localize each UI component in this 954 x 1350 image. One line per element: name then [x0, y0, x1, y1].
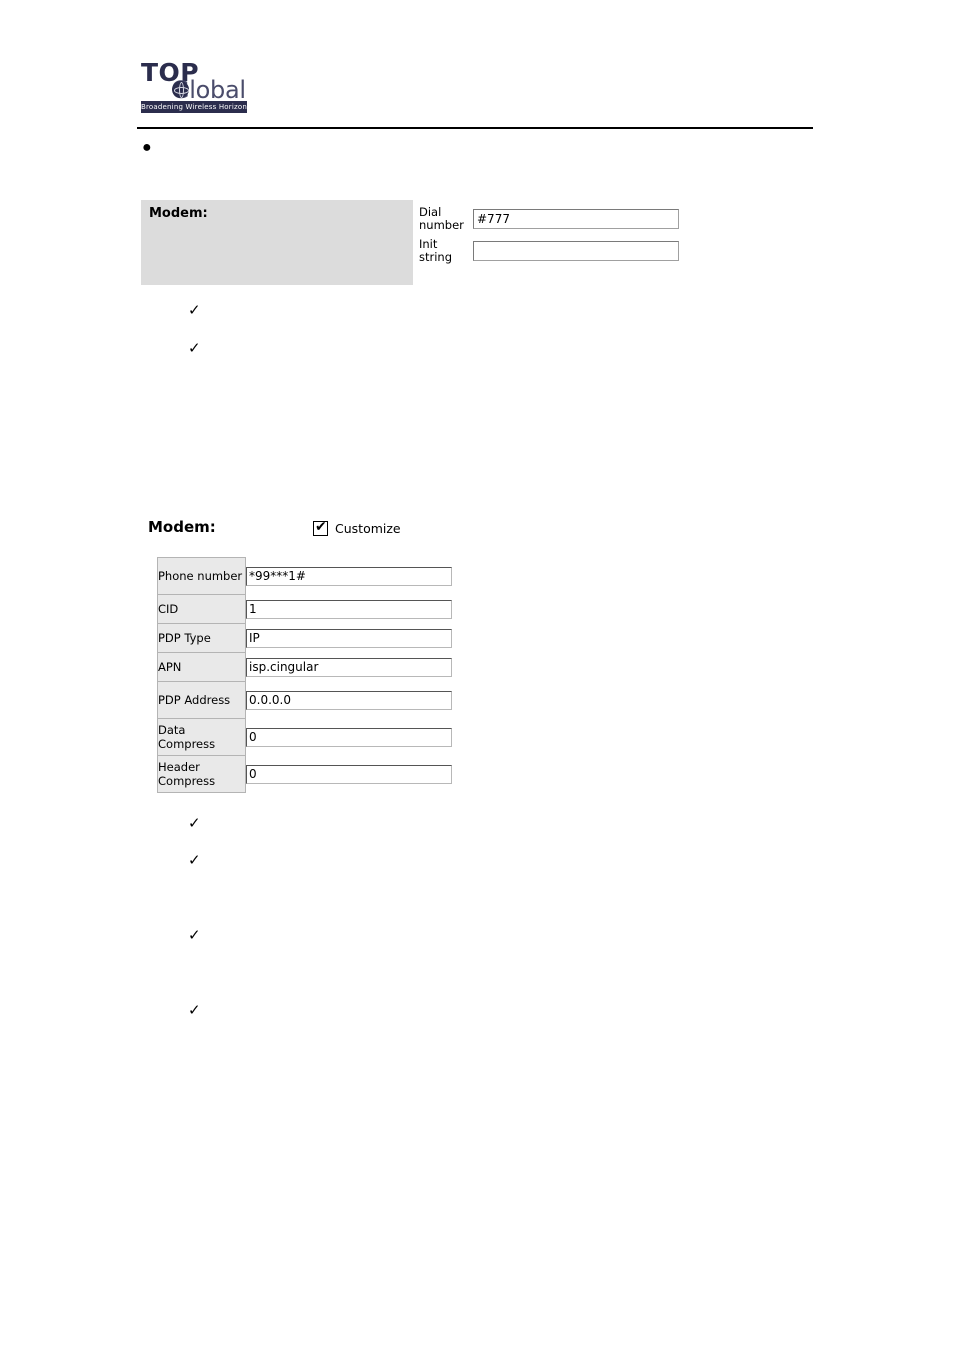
- document-page: TOP Global Broadening Wireless Horizons …: [0, 0, 954, 1350]
- setting-input[interactable]: 0: [246, 727, 452, 747]
- setting-value-cell: *99***1#: [246, 558, 453, 595]
- customize-checkbox-group[interactable]: ✔ Customize: [313, 519, 401, 536]
- checkmark-bullet: ✓: [188, 851, 201, 869]
- top-global-logo: TOP Global Broadening Wireless Horizons: [141, 60, 256, 118]
- modem-panel-basic: Modem:: [141, 200, 413, 285]
- modem-settings-table: Phone number *99***1# CID 1 PDP Type IP APN isp…: [157, 557, 453, 793]
- checkmark-bullet: ✓: [188, 339, 201, 357]
- setting-label: PDP Address: [157, 681, 246, 719]
- init-string-input[interactable]: [473, 241, 679, 261]
- field-row-dial-number: Dial number #777: [419, 206, 681, 232]
- setting-value-cell: 0: [246, 719, 453, 756]
- setting-label: Data Compress: [157, 718, 246, 756]
- setting-input[interactable]: isp.cingular: [246, 657, 452, 677]
- checkmark-bullet: ✓: [188, 926, 201, 944]
- setting-label: Phone number: [157, 557, 246, 595]
- dial-number-input[interactable]: #777: [473, 209, 679, 229]
- setting-label: Header Compress: [157, 755, 246, 793]
- setting-input[interactable]: 1: [246, 599, 452, 619]
- setting-label: PDP Type: [157, 623, 246, 653]
- setting-input[interactable]: IP: [246, 628, 452, 648]
- table-row: PDP Type IP: [157, 623, 453, 653]
- init-string-label: Init string: [419, 237, 453, 264]
- globe-icon: [172, 81, 189, 98]
- checkmark-icon: ✔: [315, 519, 327, 535]
- setting-value-cell: isp.cingular: [246, 653, 453, 682]
- setting-value-cell: 0.0.0.0: [246, 682, 453, 719]
- setting-value-cell: 1: [246, 595, 453, 624]
- setting-label: CID: [157, 594, 246, 624]
- field-row-init-string: Init string: [419, 238, 681, 264]
- setting-value-cell: 0: [246, 756, 453, 793]
- checkmark-bullet: ✓: [188, 301, 201, 319]
- logo-tagline: Broadening Wireless Horizons: [141, 101, 251, 113]
- setting-label: APN: [157, 652, 246, 682]
- header-divider: [137, 127, 813, 129]
- customize-checkbox[interactable]: ✔: [313, 519, 328, 536]
- customize-label: Customize: [335, 521, 401, 536]
- table-row: PDP Address 0.0.0.0: [157, 681, 453, 719]
- modem-advanced-title: Modem:: [148, 518, 216, 536]
- setting-input[interactable]: *99***1#: [246, 566, 452, 586]
- table-row: Phone number *99***1#: [157, 557, 453, 595]
- checkmark-bullet: ✓: [188, 814, 201, 832]
- modem-basic-fields: Dial number #777 Init string: [419, 206, 681, 270]
- table-row: Data Compress 0: [157, 718, 453, 756]
- table-row: CID 1: [157, 594, 453, 624]
- setting-input[interactable]: 0: [246, 764, 452, 784]
- dial-number-label: Dial number: [419, 205, 464, 232]
- setting-value-cell: IP: [246, 624, 453, 653]
- bullet-point-disc: ●: [142, 139, 152, 156]
- checkmark-bullet: ✓: [188, 1001, 201, 1019]
- disc-bullet-glyph: ●: [142, 139, 152, 156]
- modem-panel-title: Modem:: [149, 206, 208, 221]
- table-row: Header Compress 0: [157, 755, 453, 793]
- setting-input[interactable]: 0.0.0.0: [246, 690, 452, 710]
- table-row: APN isp.cingular: [157, 652, 453, 682]
